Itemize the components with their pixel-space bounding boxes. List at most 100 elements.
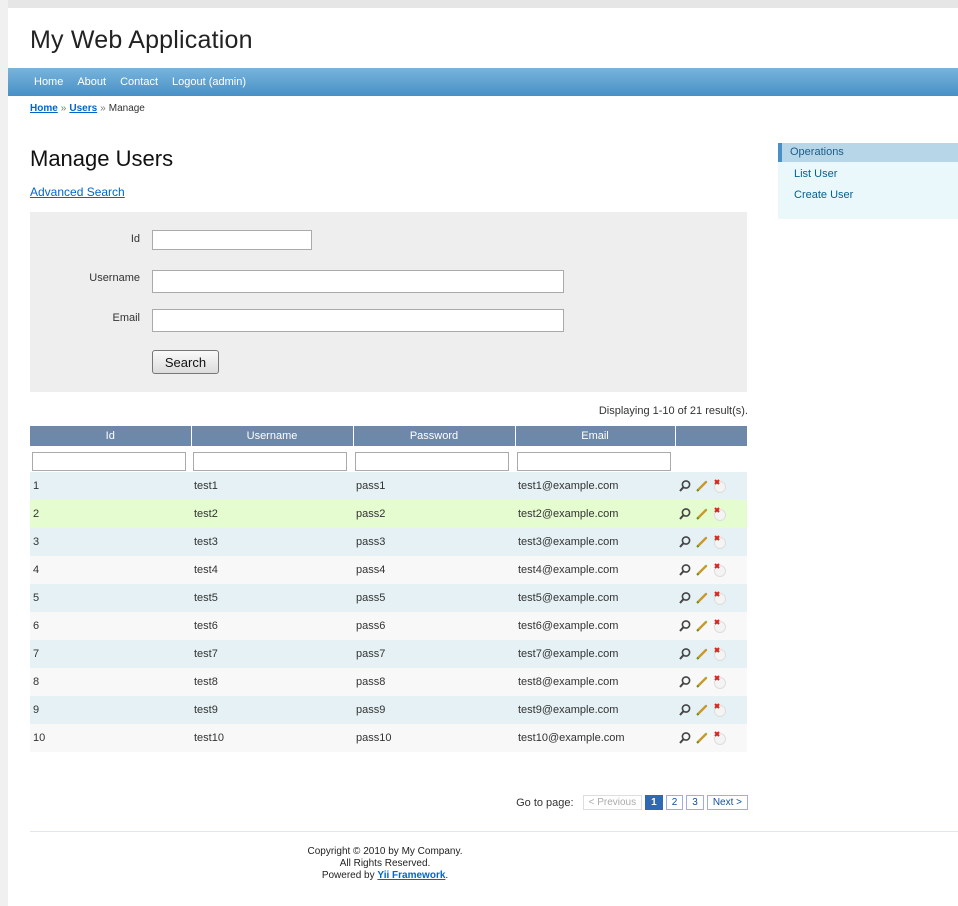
cell-password: pass4 [353,556,515,584]
update-icon[interactable] [695,479,709,493]
search-form: Id Username Email Search [30,212,747,392]
update-icon[interactable] [695,731,709,745]
sidebar-item-list-user[interactable]: List User [794,168,958,180]
cell-id: 7 [30,640,191,668]
update-icon[interactable] [695,703,709,717]
cell-password: pass5 [353,584,515,612]
results-summary: Displaying 1-10 of 21 result(s). [598,405,748,417]
cell-id: 6 [30,612,191,640]
delete-icon[interactable] [712,591,726,605]
menu-item-home[interactable]: Home [34,76,63,88]
update-icon[interactable] [695,591,709,605]
cell-username: test2 [191,500,353,528]
table-row[interactable]: 9 test9 pass9 test9@example.com [30,696,747,724]
update-icon[interactable] [695,619,709,633]
row-actions [675,500,747,528]
delete-icon[interactable] [712,535,726,549]
row-actions [675,724,747,752]
breadcrumb-users-link[interactable]: Users [69,103,97,114]
id-label: Id [130,233,140,245]
cell-password: pass7 [353,640,515,668]
email-field[interactable] [152,309,564,332]
view-icon[interactable] [678,591,692,605]
filter-id-input[interactable] [32,451,186,471]
sidebar-item-create-user[interactable]: Create User [794,189,958,201]
update-icon[interactable] [695,647,709,661]
row-actions [675,640,747,668]
column-header-username[interactable]: Username [191,426,354,446]
delete-icon[interactable] [712,647,726,661]
breadcrumb-home-link[interactable]: Home [30,103,58,114]
menu-item-logout[interactable]: Logout (admin) [172,76,246,88]
row-actions [675,668,747,696]
cell-email: test7@example.com [515,640,675,668]
cell-password: pass10 [353,724,515,752]
delete-icon[interactable] [712,703,726,717]
menu-item-contact[interactable]: Contact [120,76,158,88]
table-row[interactable]: 5 test5 pass5 test5@example.com [30,584,747,612]
view-icon[interactable] [678,479,692,493]
cell-email: test4@example.com [515,556,675,584]
view-icon[interactable] [678,731,692,745]
breadcrumb-separator: » [60,103,67,114]
view-icon[interactable] [678,703,692,717]
update-icon[interactable] [695,535,709,549]
operations-title: Operations [778,143,958,162]
breadcrumb-current: Manage [108,103,145,114]
view-icon[interactable] [678,507,692,521]
filter-password-input[interactable] [355,451,509,471]
operations-sidebar: Operations List User Create User [778,143,958,219]
pager-previous-button[interactable]: < Previous [582,795,643,810]
update-icon[interactable] [695,507,709,521]
cell-id: 8 [30,668,191,696]
pager-page-1[interactable]: 1 [645,795,663,810]
cell-email: test5@example.com [515,584,675,612]
yii-framework-link[interactable]: Yii Framework [377,870,445,881]
view-icon[interactable] [678,535,692,549]
delete-icon[interactable] [712,479,726,493]
username-field[interactable] [152,270,564,293]
table-row[interactable]: 7 test7 pass7 test7@example.com [30,640,747,668]
column-header-email[interactable]: Email [515,426,676,446]
pager-page-3[interactable]: 3 [686,795,704,810]
cell-id: 4 [30,556,191,584]
cell-username: test4 [191,556,353,584]
delete-icon[interactable] [712,563,726,577]
view-icon[interactable] [678,675,692,689]
table-row[interactable]: 2 test2 pass2 test2@example.com [30,500,747,528]
search-button[interactable]: Search [152,350,219,374]
grid-filter-row [30,446,747,472]
filter-email-input[interactable] [517,451,671,471]
table-row[interactable]: 3 test3 pass3 test3@example.com [30,528,747,556]
delete-icon[interactable] [712,675,726,689]
advanced-search-link[interactable]: Advanced Search [30,185,125,199]
delete-icon[interactable] [712,507,726,521]
table-row[interactable]: 10 test10 pass10 test10@example.com [30,724,747,752]
view-icon[interactable] [678,619,692,633]
view-icon[interactable] [678,647,692,661]
row-actions [675,696,747,724]
update-icon[interactable] [695,563,709,577]
column-header-password[interactable]: Password [353,426,516,446]
delete-icon[interactable] [712,619,726,633]
cell-id: 5 [30,584,191,612]
delete-icon[interactable] [712,731,726,745]
column-header-id[interactable]: Id [30,426,192,446]
table-row[interactable]: 4 test4 pass4 test4@example.com [30,556,747,584]
update-icon[interactable] [695,675,709,689]
pager-next-button[interactable]: Next > [706,795,748,810]
pager-page-2[interactable]: 2 [665,795,684,810]
breadcrumb-separator: » [100,103,106,114]
id-field[interactable] [152,230,312,250]
table-row[interactable]: 1 test1 pass1 test1@example.com [30,472,747,500]
cell-email: test1@example.com [515,472,675,500]
row-actions [675,528,747,556]
page-title: Manage Users [30,146,174,171]
footer-divider [30,831,958,832]
cell-password: pass9 [353,696,515,724]
menu-item-about[interactable]: About [77,76,106,88]
table-row[interactable]: 8 test8 pass8 test8@example.com [30,668,747,696]
filter-username-input[interactable] [193,451,347,471]
view-icon[interactable] [678,563,692,577]
table-row[interactable]: 6 test6 pass6 test6@example.com [30,612,747,640]
